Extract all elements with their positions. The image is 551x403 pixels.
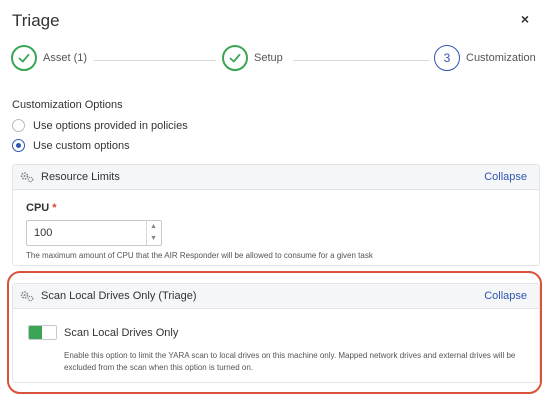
check-icon [222, 45, 248, 71]
scan-local-drives-header: Scan Local Drives Only (Triage) Collapse [13, 284, 539, 309]
wizard-stepper: Asset (1) Setup 3 Customization [0, 44, 551, 78]
step-customization[interactable]: 3 Customization [434, 44, 536, 72]
decrement-icon[interactable]: ▼ [147, 233, 160, 245]
dialog-title: Triage [12, 11, 60, 30]
collapse-link[interactable]: Collapse [484, 171, 527, 183]
dialog-header: Triage × [0, 0, 551, 42]
cpu-field-label: CPU * [26, 202, 57, 214]
radio-label: Use options provided in policies [33, 119, 188, 132]
step-label: Setup [254, 52, 283, 64]
increment-icon[interactable]: ▲ [147, 221, 160, 233]
radio-use-custom-options[interactable]: Use custom options [12, 139, 130, 152]
step-label: Customization [466, 52, 536, 64]
check-icon [11, 45, 37, 71]
toggle-on-indicator [29, 326, 42, 339]
required-mark: * [52, 202, 57, 214]
step-connector [94, 60, 216, 61]
step-setup[interactable]: Setup [222, 44, 283, 72]
collapse-link[interactable]: Collapse [484, 290, 527, 302]
gears-icon [20, 291, 34, 302]
customization-options-title: Customization Options [12, 99, 123, 111]
panel-title: Resource Limits [41, 171, 120, 183]
step-number: 3 [434, 45, 460, 71]
cpu-help-text: The maximum amount of CPU that the AIR R… [26, 251, 373, 260]
cpu-label-text: CPU [26, 202, 50, 214]
cpu-input[interactable] [26, 220, 162, 246]
close-icon[interactable]: × [517, 11, 533, 29]
scan-local-help-text: Enable this option to limit the YARA sca… [64, 351, 516, 372]
radio-use-policy-options[interactable]: Use options provided in policies [12, 119, 188, 132]
resource-limits-header: Resource Limits Collapse [13, 165, 539, 190]
panel-title: Scan Local Drives Only (Triage) [41, 290, 197, 302]
step-connector [293, 60, 429, 61]
radio-button[interactable] [12, 119, 25, 132]
scan-local-drives-panel: Scan Local Drives Only (Triage) Collapse… [12, 283, 540, 383]
radio-label: Use custom options [33, 139, 130, 152]
toggle-label: Scan Local Drives Only [64, 327, 179, 339]
cpu-stepper[interactable]: ▲ ▼ [146, 221, 160, 245]
scan-local-drives-toggle[interactable] [28, 325, 57, 340]
step-asset[interactable]: Asset (1) [11, 44, 87, 72]
step-label: Asset (1) [43, 52, 88, 64]
resource-limits-panel: Resource Limits Collapse CPU* ▲ ▼ The ma… [12, 164, 540, 266]
gears-icon [20, 172, 34, 183]
radio-button-selected[interactable] [12, 139, 25, 152]
